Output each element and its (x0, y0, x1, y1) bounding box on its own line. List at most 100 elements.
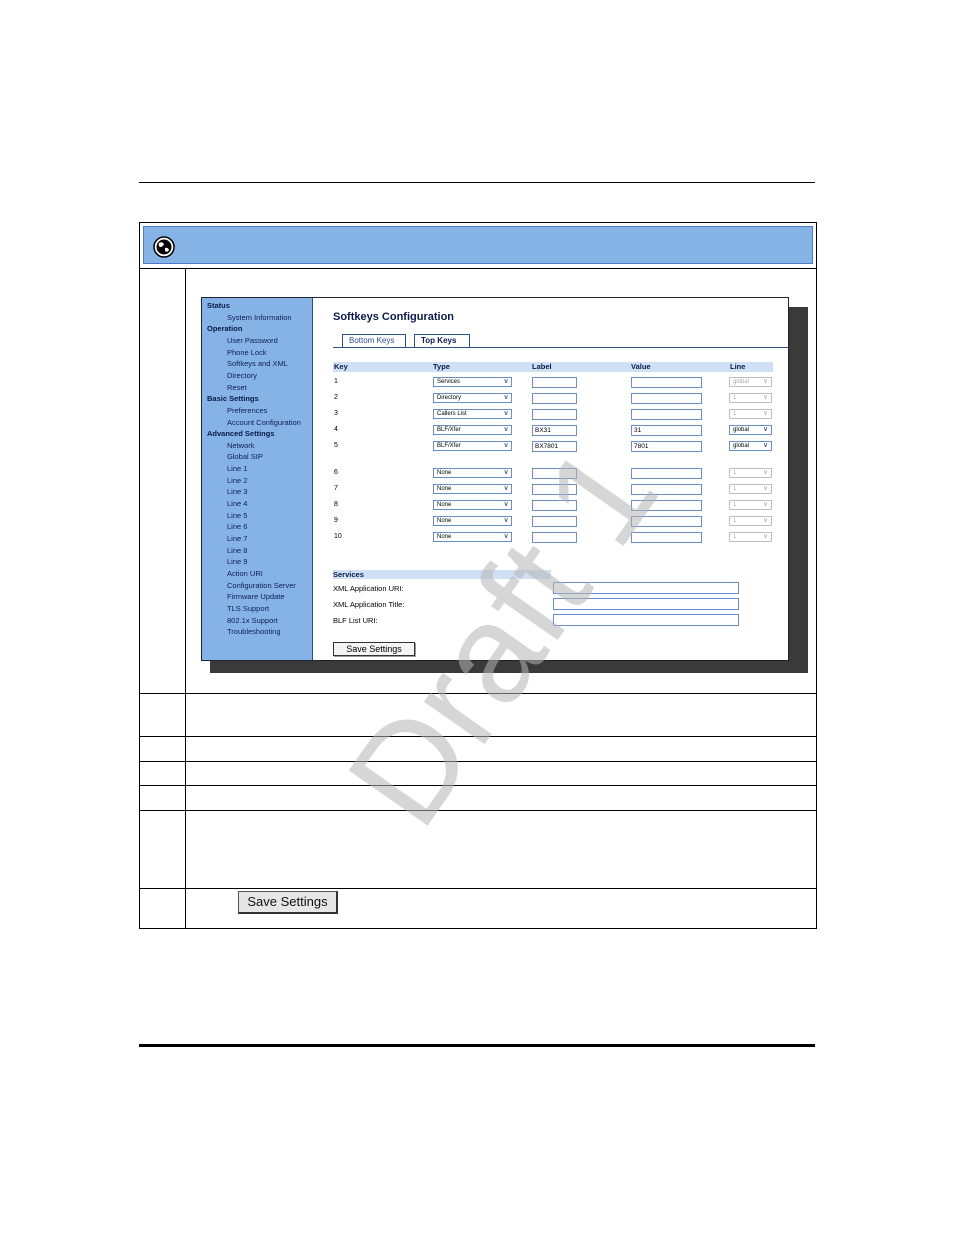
value-input[interactable] (631, 468, 702, 479)
type-select[interactable]: None ∨ (433, 500, 512, 510)
save-settings-button[interactable]: Save Settings (333, 642, 415, 656)
row-divider (140, 736, 816, 737)
globe-icon (153, 236, 175, 258)
chevron-down-icon: ∨ (762, 533, 769, 540)
label-input[interactable] (532, 484, 577, 495)
chevron-down-icon: ∨ (503, 517, 509, 524)
sidebar-item[interactable]: Action URI (227, 569, 263, 578)
type-select[interactable]: Directory ∨ (433, 393, 512, 403)
type-select[interactable]: BLF/Xfer ∨ (433, 425, 512, 435)
sidebar-item[interactable]: Softkeys and XML (227, 359, 288, 368)
sidebar-item[interactable]: Line 1 (227, 464, 247, 473)
tab-bottom-keys[interactable]: Bottom Keys (342, 334, 406, 347)
label-input[interactable] (532, 393, 577, 404)
type-select[interactable]: BLF/Xfer ∨ (433, 441, 512, 451)
web-ui-screenshot: Status System Information Operation User Pa… (201, 297, 789, 661)
sidebar-item[interactable]: System Information (227, 313, 292, 322)
chevron-down-icon: ∨ (762, 378, 769, 385)
sidebar-item[interactable]: Line 2 (227, 476, 247, 485)
sidebar-item[interactable]: Firmware Update (227, 592, 285, 601)
xml-application-title-input[interactable] (553, 598, 739, 610)
type-select-value: None (437, 534, 452, 540)
value-input[interactable] (631, 484, 702, 495)
sidebar-item[interactable]: Line 8 (227, 546, 247, 555)
line-select-value: 1 (733, 395, 737, 401)
key-number: 6 (334, 469, 338, 476)
line-select[interactable]: global ∨ (729, 441, 772, 451)
sidebar-item[interactable]: Line 7 (227, 534, 247, 543)
sidebar-heading: Operation (207, 324, 243, 334)
sidebar-item[interactable]: Directory (227, 371, 257, 380)
value-input[interactable]: 7801 (631, 441, 702, 452)
sidebar-item[interactable]: User Password (227, 336, 278, 345)
value-input[interactable] (631, 377, 702, 388)
column-header-key: Key (333, 362, 432, 372)
column-header-line: Line (729, 362, 773, 372)
value-input[interactable] (631, 409, 702, 420)
sidebar-item[interactable]: TLS Support (227, 604, 269, 613)
label-input[interactable] (532, 500, 577, 511)
label-input[interactable] (532, 409, 577, 420)
sidebar-item[interactable]: Reset (227, 383, 247, 392)
type-select[interactable]: None ∨ (433, 468, 512, 478)
key-number: 4 (334, 426, 338, 433)
line-select[interactable]: global ∨ (729, 425, 772, 435)
line-select: 1 ∨ (729, 500, 772, 510)
row-divider (140, 761, 816, 762)
sidebar-item[interactable]: Line 5 (227, 511, 247, 520)
sidebar-item[interactable]: Line 9 (227, 557, 247, 566)
type-select[interactable]: None ∨ (433, 484, 512, 494)
value-input[interactable] (631, 500, 702, 511)
value-input[interactable] (631, 516, 702, 527)
line-select-value: 1 (733, 470, 737, 476)
sidebar-item[interactable]: 802.1x Support (227, 616, 278, 625)
type-select-value: Services (437, 379, 461, 385)
sidebar-item[interactable]: Configuration Server (227, 581, 296, 590)
sidebar-item[interactable]: Line 3 (227, 487, 247, 496)
chevron-down-icon: ∨ (762, 442, 769, 449)
sidebar-item[interactable]: Line 6 (227, 522, 247, 531)
value-input[interactable]: 31 (631, 425, 702, 436)
value-input[interactable] (631, 393, 702, 404)
main-content: Softkeys Configuration Bottom Keys Top K… (313, 298, 788, 660)
line-select-value: 1 (733, 534, 737, 540)
chevron-down-icon: ∨ (503, 426, 509, 433)
chevron-down-icon: ∨ (762, 394, 769, 401)
line-select-value: global (733, 443, 750, 449)
label-input[interactable] (532, 516, 577, 527)
sidebar-item[interactable]: Troubleshooting (227, 627, 281, 636)
label-input[interactable]: BX31 (532, 425, 577, 436)
tab-top-keys[interactable]: Top Keys (414, 334, 470, 347)
chevron-down-icon: ∨ (503, 469, 509, 476)
sidebar-item[interactable]: Line 4 (227, 499, 247, 508)
row-divider (140, 268, 816, 269)
sidebar-item[interactable]: Phone Lock (227, 348, 267, 357)
column-header-type: Type (432, 362, 531, 372)
key-number: 8 (334, 501, 338, 508)
value-input[interactable] (631, 532, 702, 543)
label-input[interactable] (532, 532, 577, 543)
sidebar-item[interactable]: Account Configuration (227, 418, 301, 427)
xml-application-uri-input[interactable] (553, 582, 739, 594)
row-divider (140, 785, 816, 786)
key-number: 5 (334, 442, 338, 449)
type-select-value: None (437, 470, 452, 476)
label-input[interactable] (532, 377, 577, 388)
type-select[interactable]: None ∨ (433, 532, 512, 542)
blf-list-uri-input[interactable] (553, 614, 739, 626)
step-save-settings-button[interactable]: Save Settings (238, 891, 338, 914)
label-input[interactable]: BX7801 (532, 441, 577, 452)
label-input[interactable] (532, 468, 577, 479)
line-select: 1 ∨ (729, 468, 772, 478)
line-select-value: 1 (733, 502, 737, 508)
chevron-down-icon: ∨ (762, 517, 769, 524)
chevron-down-icon: ∨ (503, 394, 509, 401)
sidebar-item[interactable]: Global SIP (227, 452, 263, 461)
line-select: global ∨ (729, 377, 772, 387)
sidebar-item[interactable]: Preferences (227, 406, 267, 415)
sidebar-item[interactable]: Network (227, 441, 255, 450)
web-ui-banner (143, 226, 813, 264)
type-select[interactable]: Services ∨ (433, 377, 512, 387)
type-select[interactable]: Callers List ∨ (433, 409, 512, 419)
type-select[interactable]: None ∨ (433, 516, 512, 526)
